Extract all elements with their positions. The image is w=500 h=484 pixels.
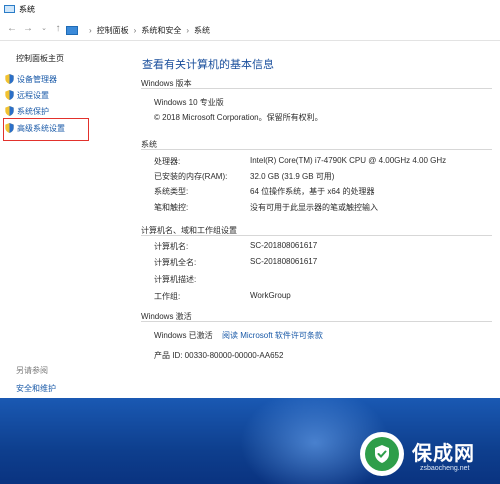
brand-name: 保成网: [412, 441, 475, 465]
forward-arrow-icon[interactable]: →: [22, 23, 34, 35]
full-computer-name-label: 计算机全名:: [154, 258, 197, 267]
breadcrumb-system-security[interactable]: 系统和安全: [141, 25, 181, 36]
windows-edition-name: Windows 10 专业版: [154, 98, 224, 107]
workgroup-value: WorkGroup: [250, 291, 291, 300]
computer-name-label: 计算机名:: [154, 242, 189, 251]
pen-touch-value: 没有可用于此显示器的笔或触控输入: [250, 203, 378, 212]
highlight-box: [3, 118, 89, 141]
breadcrumb-system[interactable]: 系统: [194, 25, 210, 36]
up-arrow-icon[interactable]: ↑: [52, 23, 64, 35]
breadcrumb-separator-icon: ›: [133, 25, 137, 35]
sidebar-item-device-manager[interactable]: 设备管理器: [5, 73, 57, 85]
brand-logo-mark: [365, 437, 399, 471]
see-also-heading: 另请参阅: [16, 366, 48, 375]
computer-description-label: 计算机描述:: [154, 275, 197, 284]
breadcrumb-separator-icon: ›: [186, 25, 190, 35]
brand-logo: [360, 432, 404, 476]
workgroup-label: 工作组:: [154, 292, 181, 301]
breadcrumb-control-panel[interactable]: 控制面板: [97, 25, 129, 36]
breadcrumb-separator-icon: ›: [89, 25, 92, 35]
processor-value: Intel(R) Core(TM) i7-4790K CPU @ 4.00GHz…: [250, 156, 447, 165]
sidebar-item-system-protection[interactable]: 系统保护: [5, 105, 49, 117]
address-bar[interactable]: › 控制面板 › 系统和安全 › 系统: [66, 23, 500, 37]
sidebar-item-label: 远程设置: [17, 90, 49, 100]
license-terms-link[interactable]: 阅读 Microsoft 软件许可条款: [222, 330, 323, 341]
system-type-label: 系统类型:: [154, 187, 189, 196]
ram-value: 32.0 GB (31.9 GB 可用): [250, 172, 335, 181]
pen-touch-label: 笔和触控:: [154, 203, 189, 212]
windows-copyright: © 2018 Microsoft Corporation。保留所有权利。: [154, 113, 323, 122]
activation-status: Windows 已激活: [154, 331, 213, 340]
shield-icon: [5, 106, 14, 116]
control-panel-home-link[interactable]: 控制面板主页: [16, 53, 64, 64]
processor-label: 处理器:: [154, 157, 181, 166]
section-divider: [141, 88, 492, 89]
sidebar-item-remote-settings[interactable]: 远程设置: [5, 89, 49, 101]
back-arrow-icon[interactable]: ←: [6, 23, 18, 35]
section-divider: [141, 321, 492, 322]
computer-name-value: SC-201808061617: [250, 241, 318, 250]
shield-icon: [5, 74, 14, 84]
system-window-icon: [4, 5, 15, 13]
security-maintenance-link[interactable]: 安全和维护: [16, 383, 56, 394]
system-type-value: 64 位操作系统，基于 x64 的处理器: [250, 187, 375, 196]
ram-label: 已安装的内存(RAM):: [154, 172, 228, 181]
monitor-icon: [66, 25, 78, 35]
page-title: 查看有关计算机的基本信息: [142, 59, 274, 71]
section-divider: [141, 149, 492, 150]
sidebar-item-label: 系统保护: [17, 106, 49, 116]
shield-check-icon: [375, 445, 389, 463]
section-divider: [141, 235, 492, 236]
window-title: 系统: [19, 5, 35, 14]
full-computer-name-value: SC-201808061617: [250, 257, 318, 266]
product-id: 产品 ID: 00330-80000-00000-AA652: [154, 351, 284, 360]
brand-url: zsbaocheng.net: [420, 465, 470, 472]
title-bar: 系统: [0, 0, 500, 20]
shield-icon: [5, 90, 14, 100]
navigation-bar: ← → ⌄ ↑ › 控制面板 › 系统和安全 › 系统: [0, 20, 500, 41]
recent-locations-chevron-icon[interactable]: ⌄: [38, 23, 50, 35]
sidebar-item-label: 设备管理器: [17, 74, 57, 84]
